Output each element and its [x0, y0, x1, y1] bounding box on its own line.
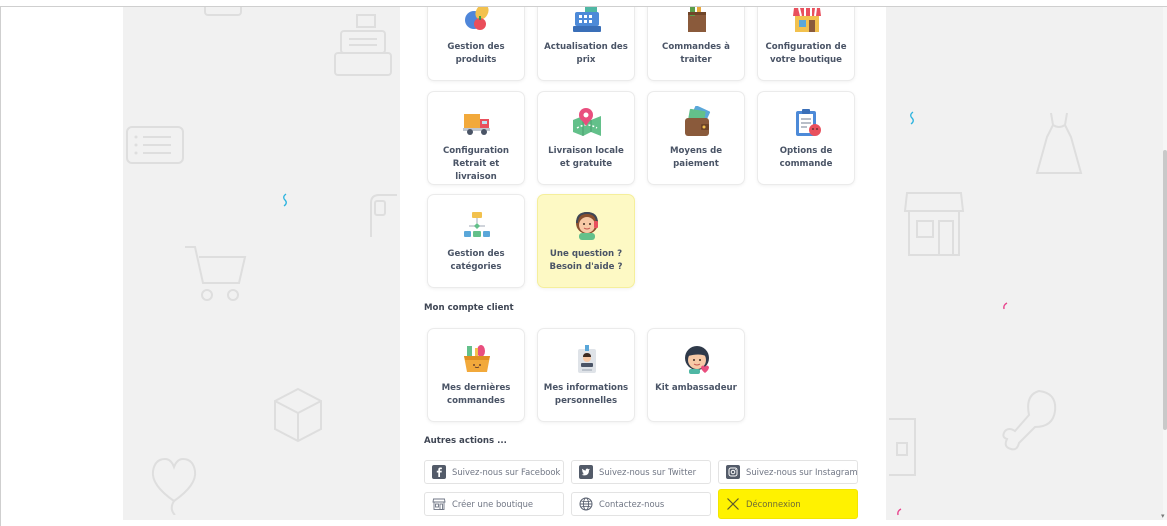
card-label: Options de commande	[779, 146, 833, 169]
delivery-truck-icon	[461, 106, 493, 138]
instagram-icon	[726, 465, 740, 479]
card-gestion-produits[interactable]: Gestion des produits	[427, 7, 525, 81]
scroll-down-arrow-icon[interactable]: ▾	[1161, 512, 1165, 520]
support-agent-icon	[571, 209, 603, 241]
products-icon	[461, 7, 493, 34]
twitter-button-label: Suivez-nous sur Twitter	[599, 467, 697, 477]
dashboard-panel: Gestion des produits Actualisation des p…	[400, 7, 886, 520]
card-actualisation-prix[interactable]: Actualisation des prix	[537, 7, 635, 81]
wallet-icon	[681, 106, 713, 138]
card-configuration-retrait-livraison[interactable]: Configuration Retrait et livraison	[427, 91, 525, 185]
card-livraison-locale[interactable]: Livraison locale et gratuite	[537, 91, 635, 185]
instagram-button-label: Suivez-nous sur Instagram	[746, 467, 858, 477]
creer-boutique-button[interactable]: Créer une boutique	[424, 492, 564, 516]
deconnexion-button-label: Déconnexion	[746, 499, 801, 509]
card-mes-informations[interactable]: Mes informations personnelles	[537, 328, 635, 422]
scrollbar-thumb[interactable]	[1163, 150, 1167, 430]
card-aide[interactable]: Une question ? Besoin d'aide ?	[537, 194, 635, 288]
instagram-button[interactable]: Suivez-nous sur Instagram	[718, 460, 858, 484]
background-drumstick-icon	[999, 387, 1059, 457]
facebook-button[interactable]: Suivez-nous sur Facebook	[424, 460, 564, 484]
background-parcel-icon	[273, 387, 323, 443]
card-label: Mes dernières commandes	[441, 383, 511, 406]
card-label: Kit ambassadeur	[655, 383, 737, 393]
background-squiggle-pink-icon	[895, 507, 903, 517]
background-heart-balloon-icon	[149, 455, 199, 515]
ambassador-icon	[681, 343, 713, 375]
close-icon	[726, 497, 740, 511]
background-ticket-icon	[887, 417, 917, 477]
background-receipt-icon	[125, 125, 185, 165]
storefront-icon	[791, 7, 823, 34]
card-commandes-a-traiter[interactable]: Commandes à traiter	[647, 7, 745, 81]
card-label: Une question ? Besoin d'aide ?	[549, 249, 623, 272]
card-label: Gestion des produits	[447, 42, 505, 65]
clipboard-icon	[791, 106, 823, 138]
section-title-autres-actions: Autres actions ...	[424, 436, 507, 446]
cash-register-icon	[571, 7, 603, 34]
card-options-commande[interactable]: Options de commande	[757, 91, 855, 185]
card-kit-ambassadeur[interactable]: Kit ambassadeur	[647, 328, 745, 422]
contact-button[interactable]: Contactez-nous	[571, 492, 711, 516]
background-squiggle-icon	[281, 193, 289, 207]
background-dress-icon	[1035, 111, 1083, 177]
card-configuration-boutique[interactable]: Configuration de votre boutique	[757, 7, 855, 81]
card-label: Mes informations personnelles	[543, 383, 629, 406]
shopping-bag-icon	[681, 7, 713, 34]
facebook-icon	[432, 465, 446, 479]
card-label: Configuration de votre boutique	[765, 42, 847, 65]
window-left-border	[0, 6, 1, 526]
globe-icon	[579, 497, 593, 511]
twitter-icon	[579, 465, 593, 479]
creer-boutique-button-label: Créer une boutique	[452, 499, 534, 509]
deconnexion-button[interactable]: Déconnexion	[718, 489, 858, 519]
map-pin-icon	[571, 106, 603, 138]
card-label: Actualisation des prix	[544, 42, 628, 65]
category-tree-icon	[461, 209, 493, 241]
background-cash-register-icon	[333, 13, 393, 77]
background-box-icon	[203, 7, 243, 19]
contact-button-label: Contactez-nous	[599, 499, 665, 509]
background-squiggle-icon	[908, 111, 916, 125]
background-squiggle-pink-icon	[1001, 301, 1009, 311]
card-label: Gestion des catégories	[447, 249, 505, 272]
id-badge-icon	[571, 343, 603, 375]
twitter-button[interactable]: Suivez-nous sur Twitter	[571, 460, 711, 484]
background-cart-icon	[183, 243, 247, 303]
card-gestion-categories[interactable]: Gestion des catégories	[427, 194, 525, 288]
background-jar-icon	[369, 191, 399, 241]
card-label: Moyens de paiement	[669, 146, 723, 169]
card-moyens-paiement[interactable]: Moyens de paiement	[647, 91, 745, 185]
basket-icon	[461, 343, 493, 375]
card-label: Commandes à traiter	[662, 42, 730, 65]
facebook-button-label: Suivez-nous sur Facebook	[452, 467, 561, 477]
card-label: Livraison locale et gratuite	[548, 146, 624, 169]
card-mes-commandes[interactable]: Mes dernières commandes	[427, 328, 525, 422]
shop-outline-icon	[432, 497, 446, 511]
card-label: Configuration Retrait et livraison	[442, 146, 510, 182]
section-title-mon-compte: Mon compte client	[424, 303, 514, 313]
background-store-icon	[903, 191, 965, 257]
